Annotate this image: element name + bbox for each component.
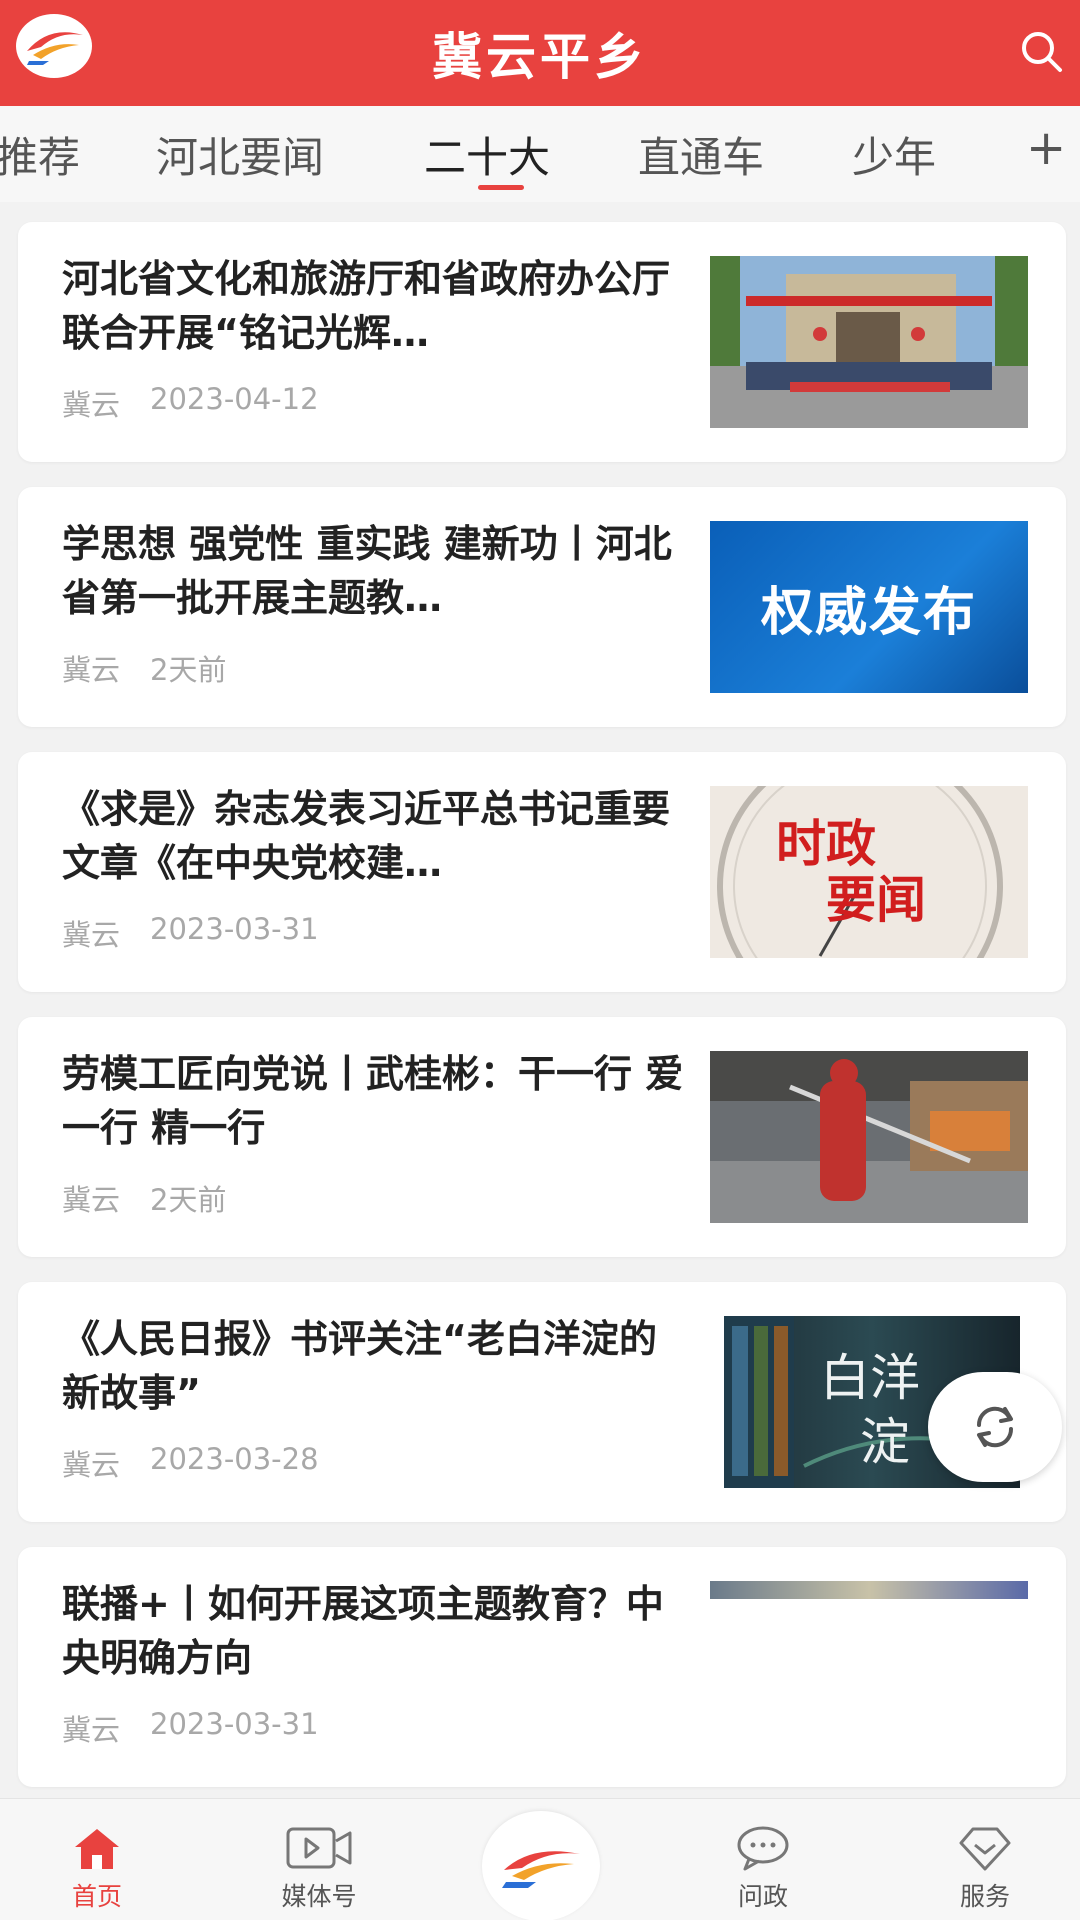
news-card[interactable]: 《人民日报》书评关注“老白洋淀的新故事” 冀云 2023-03-28 白洋 淀 bbox=[18, 1282, 1066, 1522]
search-icon[interactable] bbox=[1012, 22, 1072, 82]
app-logo-icon[interactable] bbox=[16, 14, 92, 78]
news-time: 2023-04-12 bbox=[150, 382, 319, 416]
active-tab-indicator bbox=[478, 185, 524, 190]
news-title: 学思想 强党性 重实践 建新功丨河北省第一批开展主题教… bbox=[62, 522, 672, 620]
home-icon bbox=[32, 1803, 162, 1871]
news-thumbnail bbox=[710, 1581, 1028, 1599]
nav-home[interactable]: 首页 bbox=[32, 1803, 162, 1913]
thumbnail-caption-line1: 白洋 bbox=[820, 1349, 920, 1407]
nav-media-label: 媒体号 bbox=[281, 1882, 357, 1911]
news-meta: 冀云 2023-03-28 bbox=[62, 1442, 319, 1484]
news-source: 冀云 bbox=[62, 1713, 121, 1747]
news-title: 劳模工匠向党说丨武桂彬：干一行 爱一行 精一行 bbox=[62, 1052, 684, 1150]
news-card[interactable]: 《求是》杂志发表习近平总书记重要文章《在中央党校建… 冀云 2023-03-31… bbox=[18, 752, 1066, 992]
app-logo-icon bbox=[502, 1851, 580, 1888]
add-channel-button[interactable]: + bbox=[1026, 120, 1066, 176]
nav-home-label: 首页 bbox=[71, 1882, 122, 1911]
news-card[interactable]: 河北省文化和旅游厅和省政府办公厅联合开展“铭记光辉… 冀云 2023-04-12 bbox=[18, 222, 1066, 462]
news-card[interactable]: 学思想 强党性 重实践 建新功丨河北省第一批开展主题教… 冀云 2天前 权威发布 bbox=[18, 487, 1066, 727]
thumbnail-caption-line1: 时政 bbox=[776, 815, 876, 873]
chat-icon bbox=[698, 1803, 828, 1871]
news-meta: 冀云 2天前 bbox=[62, 1177, 226, 1219]
thumbnail-caption: 权威发布 bbox=[760, 582, 977, 643]
app-screen: 冀云平乡 推荐 河北要闻 二十大 直通车 少年 + 河北省文化和旅游厅和省政府办… bbox=[0, 0, 1080, 1920]
news-time: 2天前 bbox=[150, 653, 227, 687]
news-source: 冀云 bbox=[62, 1448, 121, 1482]
news-thumbnail bbox=[710, 256, 1028, 428]
news-title: 《人民日报》书评关注“老白洋淀的新故事” bbox=[62, 1317, 657, 1415]
thumbnail-caption-line2: 要闻 bbox=[826, 871, 926, 929]
news-meta: 冀云 2天前 bbox=[62, 647, 226, 689]
nav-media[interactable]: 媒体号 bbox=[254, 1803, 384, 1913]
channel-tabs: 推荐 河北要闻 二十大 直通车 少年 + bbox=[0, 106, 1080, 202]
news-meta: 冀云 2023-03-31 bbox=[62, 1707, 319, 1749]
tab-youth[interactable]: 少年 bbox=[852, 124, 936, 185]
news-title: 《求是》杂志发表习近平总书记重要文章《在中央党校建… bbox=[62, 787, 671, 885]
tab-recommend[interactable]: 推荐 bbox=[0, 124, 80, 185]
news-meta: 冀云 2023-03-31 bbox=[62, 912, 319, 954]
news-thumbnail bbox=[710, 1051, 1028, 1223]
news-time: 2023-03-31 bbox=[150, 912, 319, 946]
app-title: 冀云平乡 bbox=[432, 27, 648, 86]
news-thumbnail: 时政 要闻 bbox=[710, 786, 1028, 958]
news-time: 2天前 bbox=[150, 1183, 227, 1217]
top-header: 冀云平乡 bbox=[0, 0, 1080, 106]
news-card[interactable]: 联播+丨如何开展这项主题教育？中央明确方向 冀云 2023-03-31 bbox=[18, 1547, 1066, 1787]
news-meta: 冀云 2023-04-12 bbox=[62, 382, 319, 424]
service-icon bbox=[920, 1803, 1050, 1871]
news-source: 冀云 bbox=[62, 388, 121, 422]
tab-twentieth-congress[interactable]: 二十大 bbox=[424, 124, 550, 185]
refresh-button[interactable] bbox=[928, 1372, 1062, 1482]
news-thumbnail: 权威发布 bbox=[710, 521, 1028, 693]
nav-inquiry[interactable]: 问政 bbox=[698, 1803, 828, 1913]
refresh-icon bbox=[976, 1406, 1014, 1448]
center-logo-button[interactable] bbox=[482, 1811, 600, 1920]
tab-express[interactable]: 直通车 bbox=[638, 124, 764, 185]
news-time: 2023-03-28 bbox=[150, 1442, 319, 1476]
video-icon bbox=[254, 1803, 384, 1871]
news-title: 河北省文化和旅游厅和省政府办公厅联合开展“铭记光辉… bbox=[62, 257, 671, 355]
news-time: 2023-03-31 bbox=[150, 1707, 319, 1741]
news-source: 冀云 bbox=[62, 653, 121, 687]
news-card[interactable]: 劳模工匠向党说丨武桂彬：干一行 爱一行 精一行 冀云 2天前 bbox=[18, 1017, 1066, 1257]
news-title: 联播+丨如何开展这项主题教育？中央明确方向 bbox=[62, 1582, 664, 1680]
nav-service-label: 服务 bbox=[959, 1882, 1010, 1911]
nav-inquiry-label: 问政 bbox=[737, 1882, 788, 1911]
nav-service[interactable]: 服务 bbox=[920, 1803, 1050, 1913]
news-source: 冀云 bbox=[62, 1183, 121, 1217]
thumbnail-caption-line2: 淀 bbox=[860, 1413, 910, 1471]
tab-hebei-news[interactable]: 河北要闻 bbox=[156, 124, 324, 185]
bottom-navigation: 首页 媒体号 问政 服务 bbox=[0, 1798, 1080, 1920]
news-source: 冀云 bbox=[62, 918, 121, 952]
